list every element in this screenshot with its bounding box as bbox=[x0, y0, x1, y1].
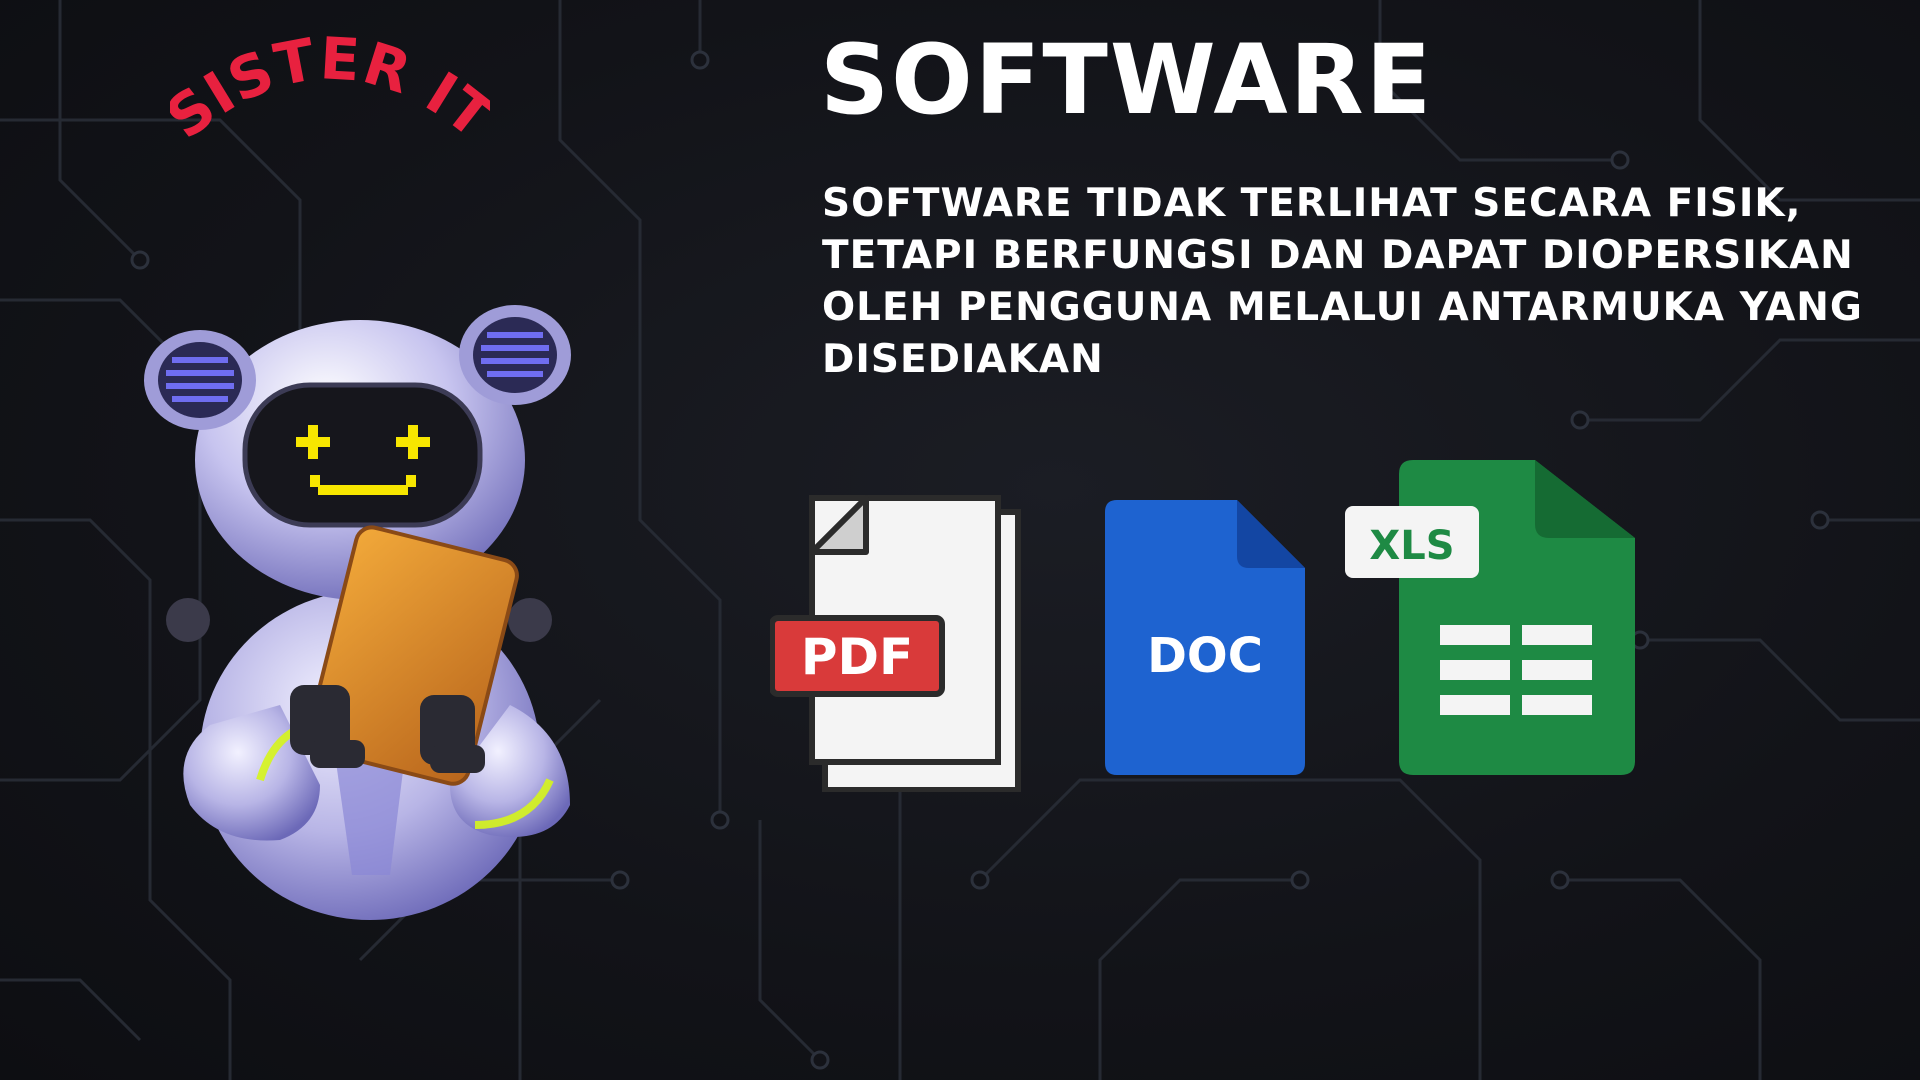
robot-visor bbox=[242, 382, 483, 528]
xls-file-icon: XLS bbox=[1345, 460, 1635, 775]
brand-logo: SISTER IT bbox=[170, 30, 490, 152]
doc-file-icon: DOC bbox=[1105, 500, 1305, 775]
pdf-file-icon: PDF bbox=[770, 495, 1021, 792]
slide: SISTER IT SOFTWARE SOFTWARE TIDAK TERLIH… bbox=[0, 0, 1920, 1080]
pdf-label: PDF bbox=[801, 628, 913, 686]
robot-left-ear bbox=[144, 330, 256, 430]
robot-illustration bbox=[144, 305, 571, 920]
page-title: SOFTWARE bbox=[820, 24, 1434, 136]
doc-label: DOC bbox=[1147, 628, 1263, 684]
robot-right-ear bbox=[459, 305, 571, 405]
xls-label: XLS bbox=[1369, 523, 1454, 569]
description-text: SOFTWARE TIDAK TERLIHAT SECARA FISIK, TE… bbox=[822, 181, 1863, 382]
brand-logo-text: SISTER IT bbox=[170, 30, 490, 152]
